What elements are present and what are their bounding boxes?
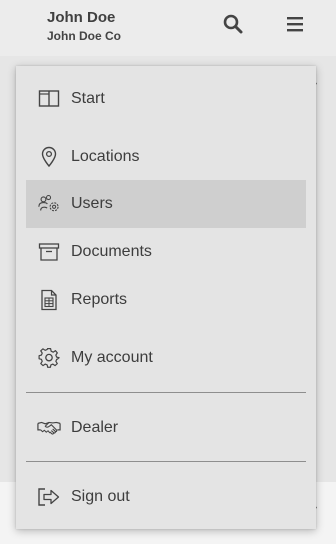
user-name: John Doe <box>47 9 116 26</box>
menu-divider <box>26 392 306 393</box>
menu-item-reports[interactable]: Reports <box>26 276 306 324</box>
menu-item-label: Users <box>71 195 113 212</box>
menu-item-label: Documents <box>71 243 152 260</box>
menu-item-label: Sign out <box>71 488 130 505</box>
hamburger-menu-icon <box>287 17 303 32</box>
archive-box-icon <box>37 240 61 264</box>
navigation-menu: Start Locations Users Documents Reports … <box>16 66 316 529</box>
menu-item-label: My account <box>71 349 153 366</box>
menu-item-start[interactable]: Start <box>26 75 306 123</box>
menu-item-label: Locations <box>71 148 140 165</box>
search-icon <box>223 14 243 34</box>
report-spreadsheet-icon <box>37 288 61 312</box>
menu-divider <box>26 461 306 462</box>
menu-item-my-account[interactable]: My account <box>26 334 306 382</box>
search-button[interactable] <box>220 11 246 37</box>
menu-item-sign-out[interactable]: Sign out <box>26 473 306 521</box>
menu-item-locations[interactable]: Locations <box>26 133 306 181</box>
menu-item-label: Dealer <box>71 419 119 436</box>
menu-item-label: Start <box>71 90 105 107</box>
menu-item-documents[interactable]: Documents <box>26 228 306 276</box>
menu-item-dealer[interactable]: Dealer <box>26 404 306 452</box>
company-name: John Doe Co <box>47 29 121 43</box>
handshake-icon <box>37 416 61 440</box>
sign-out-icon <box>37 485 61 509</box>
menu-item-users[interactable]: Users <box>26 180 306 228</box>
header: John Doe John Doe Co <box>0 0 336 56</box>
menu-item-label: Reports <box>71 291 128 308</box>
menu-button[interactable] <box>282 11 308 37</box>
app: John Doe John Doe Co ▾ ▾ <box>0 0 336 544</box>
layout-columns-icon <box>37 87 61 111</box>
location-pin-icon <box>37 145 61 169</box>
gear-icon <box>37 346 61 370</box>
users-gear-icon <box>37 192 61 216</box>
